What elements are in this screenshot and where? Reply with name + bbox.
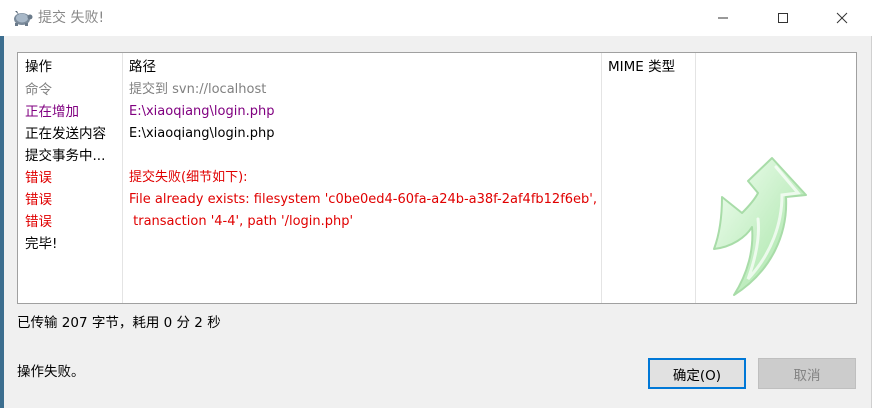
- column-separator: [695, 53, 696, 303]
- maximize-icon: [778, 13, 788, 23]
- transfer-status: 已传输 207 字节，耗用 0 分 2 秒: [17, 315, 221, 331]
- action-cell: 命令: [25, 82, 52, 98]
- action-cell: 错误: [25, 214, 52, 230]
- operation-result: 操作失败。: [17, 364, 85, 380]
- list-item[interactable]: 错误 transaction '4-4', path '/login.php': [18, 211, 618, 233]
- list-item[interactable]: 提交事务中...: [18, 145, 618, 167]
- minimize-icon: [718, 17, 728, 19]
- path-cell: transaction '4-4', path '/login.php': [129, 214, 354, 229]
- path-cell: E:\xiaoqiang\login.php: [129, 104, 275, 119]
- maximize-button[interactable]: [760, 0, 806, 36]
- commit-dialog: 提交 失败! 操作 路径 MIME 类型 命令 提交到 svn://localh…: [0, 0, 872, 408]
- action-cell: 错误: [25, 192, 52, 208]
- commit-arrow-icon: [713, 157, 807, 296]
- action-cell: 正在发送内容: [25, 126, 106, 142]
- path-cell: E:\xiaoqiang\login.php: [129, 126, 275, 141]
- title-bar: 提交 失败!: [0, 0, 872, 36]
- window-title: 提交 失败!: [38, 10, 105, 26]
- minimize-button[interactable]: [700, 0, 746, 36]
- list-item[interactable]: 错误 提交失败(细节如下):: [18, 167, 618, 189]
- column-header-path[interactable]: 路径: [129, 58, 156, 76]
- background-strip: [0, 36, 4, 408]
- path-cell: File already exists: filesystem 'c0be0ed…: [129, 192, 597, 207]
- list-item[interactable]: 命令 提交到 svn://localhost: [18, 79, 618, 101]
- path-cell: 提交失败(细节如下):: [129, 170, 248, 185]
- close-icon: [836, 12, 848, 24]
- ok-button[interactable]: 确定(O): [648, 358, 746, 389]
- column-header-mime[interactable]: MIME 类型: [608, 58, 675, 76]
- tortoise-icon: [11, 8, 33, 28]
- list-item[interactable]: 错误 File already exists: filesystem 'c0be…: [18, 189, 618, 211]
- action-cell: 完毕!: [25, 236, 58, 252]
- cancel-button[interactable]: 取消: [758, 358, 856, 389]
- action-cell: 正在增加: [25, 104, 79, 120]
- commit-log-list[interactable]: 操作 路径 MIME 类型 命令 提交到 svn://localhost 正在增…: [17, 52, 857, 304]
- list-item[interactable]: 正在发送内容 E:\xiaoqiang\login.php: [18, 123, 618, 145]
- action-cell: 提交事务中...: [25, 148, 106, 164]
- close-button[interactable]: [819, 0, 865, 36]
- path-cell: 提交到 svn://localhost: [129, 82, 267, 97]
- action-cell: 错误: [25, 170, 52, 186]
- list-item[interactable]: 完毕!: [18, 233, 618, 255]
- column-header-action[interactable]: 操作: [25, 58, 52, 76]
- list-item[interactable]: 正在增加 E:\xiaoqiang\login.php: [18, 101, 618, 123]
